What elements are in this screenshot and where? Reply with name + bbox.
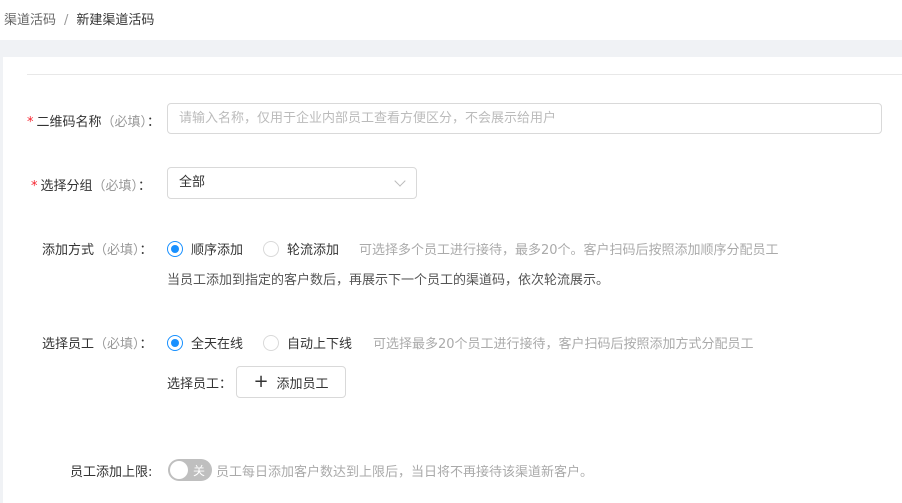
limit-hint: 员工每日添加客户数达到上限后，当日将不再接待该渠道新客户。 — [216, 465, 594, 480]
left-gutter — [0, 57, 3, 503]
radio-unchecked-icon — [263, 240, 279, 257]
radio-label: 自动上下线 — [287, 337, 353, 352]
radio-label: 全天在线 — [191, 337, 244, 352]
add-staff-button[interactable]: + 添加员工 — [236, 366, 346, 398]
radio-rotate[interactable]: 轮流添加 — [263, 239, 339, 258]
radio-sequential[interactable]: 顺序添加 — [167, 239, 243, 258]
radio-label: 轮流添加 — [287, 243, 340, 258]
radio-checked-icon — [167, 334, 183, 351]
name-label: * 二维码名称（必填）： — [27, 115, 161, 130]
section-gap — [0, 40, 902, 57]
switch-text: 关 — [192, 464, 205, 478]
radio-checked-icon — [167, 240, 183, 257]
chevron-down-icon — [394, 175, 406, 187]
radio-auto[interactable]: 自动上下线 — [263, 333, 352, 352]
breadcrumb-parent[interactable]: 渠道活码 — [4, 13, 56, 28]
add-mode-hint: 可选择多个员工进行接待，最多20个。客户扫码后按照添加顺序分配员工 — [359, 243, 779, 258]
limit-switch[interactable]: 关 — [168, 459, 212, 481]
radio-label: 顺序添加 — [191, 243, 244, 258]
staff-label: 选择员工（必填）： — [42, 337, 153, 352]
add-mode-note: 当员工添加到指定的客户数后，再展示下一个员工的渠道码，依次轮流展示。 — [167, 273, 610, 288]
breadcrumb-separator: / — [64, 13, 69, 28]
group-select[interactable]: 全部 — [167, 167, 417, 199]
limit-label: 员工添加上限: — [70, 465, 153, 480]
radio-all-day[interactable]: 全天在线 — [167, 333, 243, 352]
breadcrumb: 渠道活码 / 新建渠道活码 — [4, 9, 154, 28]
add-staff-label: 添加员工 — [276, 376, 329, 392]
staff-hint: 可选择最多20个员工进行接待，客户扫码后按照添加方式分配员工 — [373, 337, 754, 352]
radio-unchecked-icon — [263, 334, 279, 351]
breadcrumb-current: 新建渠道活码 — [76, 13, 155, 28]
divider — [27, 74, 902, 75]
group-label: * 选择分组（必填）： — [31, 179, 152, 194]
qr-name-input[interactable] — [167, 103, 882, 134]
group-select-value: 全部 — [179, 175, 206, 190]
plus-icon: + — [253, 371, 269, 392]
switch-knob — [170, 461, 188, 479]
select-staff-label: 选择员工： — [167, 377, 233, 392]
add-mode-label: 添加方式（必填）： — [42, 243, 153, 258]
